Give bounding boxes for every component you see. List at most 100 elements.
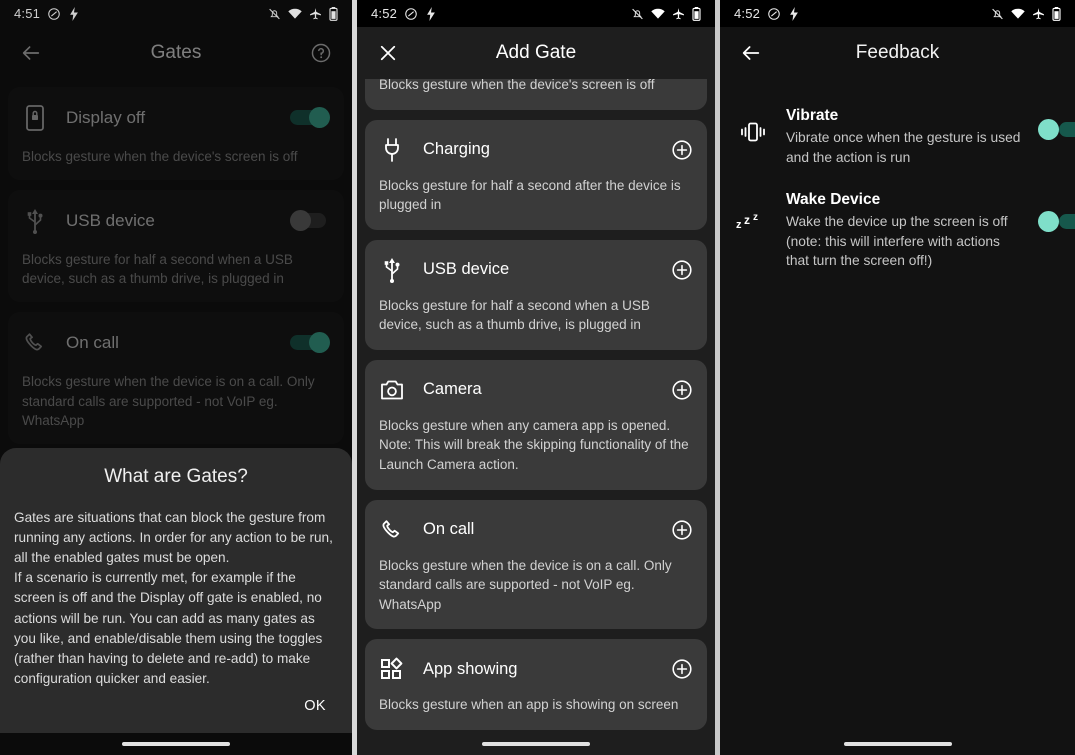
app-bar-gates: Gates	[0, 27, 352, 79]
screenshot-root: 4:51 Gates Display off Blocks gesture wh…	[0, 0, 1075, 755]
usb-icon	[379, 257, 405, 283]
gate-card[interactable]: USB device Blocks gesture for half a sec…	[8, 190, 344, 303]
dnd-icon	[48, 7, 60, 20]
dnd-icon	[768, 7, 780, 20]
add-gate-button[interactable]	[671, 259, 693, 281]
airplane-mode-icon	[1033, 8, 1044, 20]
flash-icon	[790, 6, 798, 21]
sleep-zzz-icon: z z z	[736, 189, 770, 231]
nav-home-pill[interactable]	[843, 742, 952, 746]
add-gate-description: Blocks gesture when any camera app is op…	[379, 417, 689, 472]
dialog-ok-button[interactable]: OK	[304, 698, 326, 714]
feedback-list: Vibrate Vibrate once when the gesture is…	[720, 79, 1075, 281]
add-gate-list: Display off Blocks gesture when the devi…	[357, 19, 715, 755]
feedback-title: Wake Device	[786, 191, 881, 209]
status-bar-left: 4:52	[734, 6, 800, 21]
gate-description: Blocks gesture for half a second when a …	[22, 252, 293, 287]
add-gate-card[interactable]: On call Blocks gesture when the device i…	[365, 499, 707, 630]
feedback-row[interactable]: z z z Wake Device Wake the device up the…	[720, 177, 1075, 281]
toggle-thumb	[309, 107, 330, 128]
nav-home-pill[interactable]	[482, 742, 590, 746]
status-bar-left: 4:52	[371, 6, 437, 21]
svg-text:z: z	[753, 212, 758, 223]
gates-list: Display off Blocks gesture when the devi…	[0, 79, 352, 444]
add-gate-card[interactable]: Charging Blocks gesture for half a secon…	[365, 119, 707, 230]
appbar-trailing-spacer	[1029, 38, 1059, 68]
arrow-left-icon	[22, 46, 40, 60]
close-button[interactable]	[373, 38, 403, 68]
notifications-off-icon	[992, 8, 1003, 19]
phone-screen-feedback: 4:52 Feedback Vibrate Vibrate once when …	[720, 0, 1075, 755]
airplane-mode-icon	[673, 8, 684, 20]
wifi-icon	[1011, 8, 1025, 19]
add-gate-card-header: App showing	[379, 652, 693, 686]
phone-call-icon	[379, 518, 405, 542]
back-button[interactable]	[16, 38, 46, 68]
phone-lock-icon	[22, 105, 48, 131]
add-gate-card[interactable]: Camera Blocks gesture when any camera ap…	[365, 359, 707, 490]
battery-icon	[1052, 6, 1061, 21]
gate-name: USB device	[66, 211, 155, 231]
feedback-description: Wake the device up the screen is off (no…	[786, 214, 1008, 269]
system-nav-bar	[357, 733, 715, 755]
toggle-track	[1059, 122, 1075, 137]
add-gate-description: Blocks gesture when an app is showing on…	[379, 697, 679, 713]
back-button[interactable]	[736, 38, 766, 68]
status-bar-left: 4:51	[14, 6, 80, 21]
status-bar: 4:52	[720, 0, 1075, 27]
phone-screen-gates: 4:51 Gates Display off Blocks gesture wh…	[0, 0, 352, 755]
add-gate-card-header: Charging	[379, 133, 693, 167]
add-gate-card-header: Camera	[379, 373, 693, 407]
feedback-text: Vibrate Vibrate once when the gesture is…	[786, 105, 1043, 167]
notifications-off-icon	[269, 8, 280, 19]
status-bar-clock: 4:52	[371, 6, 398, 21]
arrow-left-icon	[742, 46, 760, 60]
add-gate-card[interactable]: USB device Blocks gesture for half a sec…	[365, 239, 707, 350]
add-gate-card[interactable]: App showing Blocks gesture when an app i…	[365, 639, 707, 730]
airplane-mode-icon	[310, 8, 321, 20]
appbar-trailing-spacer	[669, 38, 699, 68]
gate-toggle[interactable]	[290, 210, 330, 232]
toggle-thumb	[290, 210, 311, 232]
phone-call-icon	[22, 331, 48, 355]
page-title: Gates	[150, 42, 202, 63]
add-gate-description: Blocks gesture for half a second when a …	[379, 297, 650, 333]
dialog-body: Gates are situations that can block the …	[14, 510, 333, 686]
nav-home-pill[interactable]	[122, 742, 230, 746]
app-bar-feedback: Feedback	[720, 27, 1075, 79]
feedback-description: Vibrate once when the gesture is used an…	[786, 130, 1021, 165]
gate-name: Display off	[66, 108, 146, 127]
usb-icon	[22, 208, 48, 235]
add-gate-description: Blocks gesture for half a second after t…	[379, 177, 681, 213]
status-bar-right	[631, 6, 701, 21]
gate-card-header: Display off	[22, 99, 330, 137]
add-gate-card-header: USB device	[379, 253, 693, 287]
add-gate-button[interactable]	[671, 658, 693, 680]
help-button[interactable]	[306, 38, 336, 68]
svg-text:z: z	[744, 213, 750, 227]
add-gate-button[interactable]	[671, 139, 693, 161]
add-gate-button[interactable]	[671, 379, 693, 401]
what-are-gates-dialog: What are Gates? Gates are situations tha…	[0, 448, 352, 755]
gate-toggle[interactable]	[290, 332, 330, 354]
gate-toggle[interactable]	[290, 107, 330, 129]
toggle-track	[1059, 214, 1075, 230]
add-gate-card-header: On call	[379, 513, 693, 547]
status-bar-clock: 4:51	[14, 6, 41, 21]
camera-icon	[379, 379, 405, 401]
wifi-icon	[288, 8, 302, 19]
vibrate-icon	[736, 105, 770, 143]
add-gate-name: Charging	[423, 140, 490, 159]
status-bar: 4:52	[357, 0, 715, 27]
gate-card[interactable]: On call Blocks gesture when the device i…	[8, 312, 344, 444]
app-bar-add-gate: Add Gate	[357, 27, 715, 79]
status-bar-clock: 4:52	[734, 6, 761, 21]
add-gate-button[interactable]	[671, 519, 693, 541]
status-bar-right	[991, 6, 1061, 21]
gates-content: Gates Display off Blocks gesture when th…	[0, 27, 352, 444]
power-plug-icon	[379, 137, 405, 163]
feedback-row[interactable]: Vibrate Vibrate once when the gesture is…	[720, 93, 1075, 177]
wifi-icon	[651, 8, 665, 19]
gate-card-header: On call	[22, 324, 330, 362]
gate-card[interactable]: Display off Blocks gesture when the devi…	[8, 87, 344, 181]
